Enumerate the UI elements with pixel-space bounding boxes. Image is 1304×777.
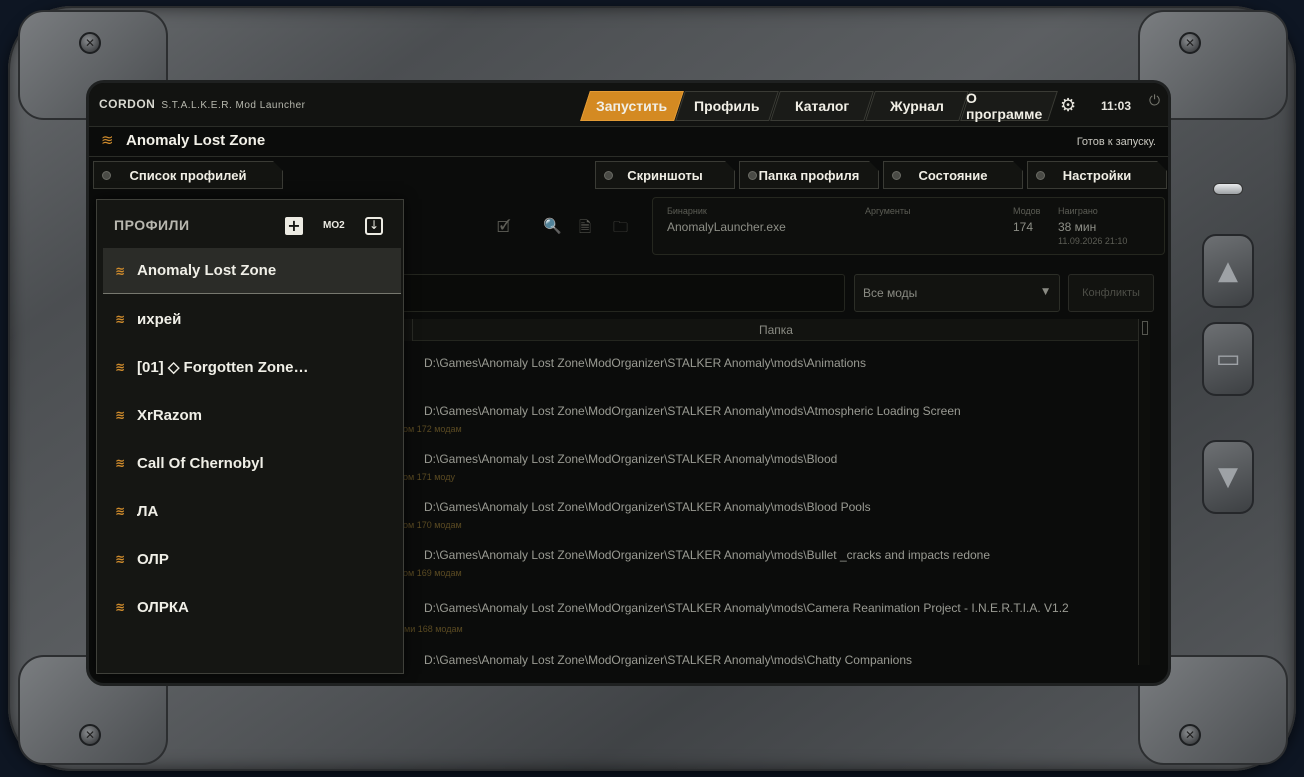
folder-search-icon[interactable]: 🔍 [543,217,562,235]
played-label: Наиграно [1058,206,1098,216]
status-text: Готов к запуску. [1076,136,1156,148]
mo2-import-button[interactable]: MO2 [323,220,345,231]
layers-icon: ≋ [101,131,114,149]
dot-icon [748,171,757,180]
dot-icon [604,171,613,180]
tab-catalog[interactable]: Каталог [770,91,874,121]
status-led [1213,183,1243,195]
scrollbar-thumb[interactable] [1142,321,1148,335]
screw-icon: ✕ [1179,724,1201,746]
row-note: ом 171 моду [403,472,455,482]
tab-settings[interactable]: Настройки [1027,161,1167,189]
app-subtitle: S.T.A.L.K.E.R. Mod Launcher [161,100,306,111]
mods-filter-select[interactable]: Все моды ▼ [854,274,1060,312]
layers-icon: ≋ [114,504,126,518]
page-title: Anomaly Lost Zone [126,132,266,149]
screw-icon: ✕ [1179,32,1201,54]
hardware-down-button[interactable]: ▼ [1202,440,1254,514]
table-row[interactable]: D:\Games\Anomaly Lost Zone\ModOrganizer\… [424,452,837,466]
layers-icon: ≋ [114,360,126,374]
screw-icon: ✕ [79,32,101,54]
gear-icon[interactable]: ⚙ [1060,95,1076,116]
search-input[interactable] [401,274,845,312]
mods-value: 174 [1013,220,1034,234]
hardware-center-button[interactable]: ▭ [1202,322,1254,396]
row-note: ом 170 модам [403,520,462,530]
tab-profiles-list[interactable]: Список профилей [93,161,283,189]
tab-state[interactable]: Состояние [883,161,1023,189]
profile-title-bar: ≋ Anomaly Lost Zone Готов к запуску. [89,127,1168,157]
played-value: 38 мин [1058,220,1097,234]
layers-icon: ≋ [114,600,126,614]
screw-icon: ✕ [79,724,101,746]
table-row[interactable]: D:\Games\Anomaly Lost Zone\ModOrganizer\… [424,601,1069,615]
hardware-up-button[interactable]: ▲ [1202,234,1254,308]
profile-item[interactable]: ≋ ОЛРКА [103,584,401,630]
profile-item[interactable]: ≋ Anomaly Lost Zone [103,248,401,294]
binary-label: Бинарник [667,206,707,216]
tab-profile[interactable]: Профиль [675,91,779,121]
dot-icon [892,171,901,180]
profile-item[interactable]: ≋ XrRazom [103,392,401,438]
table-row[interactable]: D:\Games\Anomaly Lost Zone\ModOrganizer\… [424,500,871,514]
profile-item[interactable]: ≋ ОЛР [103,536,401,582]
row-note: ом 172 модам [403,424,462,434]
profile-info-box: Бинарник AnomalyLauncher.exe Аргументы М… [652,197,1165,255]
layers-icon: ≋ [114,408,126,422]
table-row[interactable]: D:\Games\Anomaly Lost Zone\ModOrganizer\… [424,653,912,667]
layers-icon: ≋ [114,552,126,566]
layers-icon: ≋ [114,312,126,326]
args-label: Аргументы [865,206,911,216]
profile-item[interactable]: ≋ ЛА [103,488,401,534]
app-brand: CORDON S.T.A.L.K.E.R. Mod Launcher [99,97,306,111]
table-row[interactable]: D:\Games\Anomaly Lost Zone\ModOrganizer\… [424,404,961,418]
file-zip-icon[interactable]: 🗎 [579,217,591,242]
sub-tab-bar: Список профилей Скриншоты Папка профиля … [89,157,1168,191]
tab-launch[interactable]: Запустить [580,91,684,121]
binary-value: AnomalyLauncher.exe [667,220,786,234]
table-scrollbar[interactable] [1138,319,1150,665]
clock: 11:03 [1101,99,1132,113]
profile-item[interactable]: ≋ ихрей [103,296,401,342]
profiles-heading: ПРОФИЛИ [114,217,190,233]
profile-toolbar: 🗹 🔍 🗎 🗀 [401,197,644,255]
app-screen: CORDON S.T.A.L.K.E.R. Mod Launcher Запуст… [86,80,1171,686]
row-note: ами 168 модам [399,624,463,634]
dot-icon [1036,171,1045,180]
table-row[interactable]: D:\Games\Anomaly Lost Zone\ModOrganizer\… [424,356,866,370]
layers-icon: ≋ [114,456,126,470]
power-icon[interactable]: ⏻ [1149,93,1160,109]
mods-label: Модов [1013,206,1041,216]
tab-about[interactable]: О программе [960,90,1058,122]
row-note: ом 169 модам [403,568,462,578]
folder-add-icon[interactable]: 🗀 [613,217,628,242]
tab-screenshots[interactable]: Скриншоты [595,161,735,189]
tab-profile-folder[interactable]: Папка профиля [739,161,879,189]
profile-item[interactable]: ≋ Call Of Chernobyl [103,440,401,486]
dot-icon [102,171,111,180]
layers-icon: ≋ [114,263,126,278]
folder-check-icon[interactable]: 🗹 [497,217,510,242]
table-row[interactable]: D:\Games\Anomaly Lost Zone\ModOrganizer\… [424,548,990,562]
profile-item[interactable]: ≋ [01] ◇ Forgotten Zone… [103,344,401,390]
profiles-dropdown-panel: ПРОФИЛИ + MO2 ↓ ≋ Anomaly Lost Zone ≋ ихре… [96,199,404,674]
tab-journal[interactable]: Журнал [865,91,969,121]
download-icon[interactable]: ↓ [365,217,383,235]
add-profile-icon[interactable]: + [285,217,303,235]
top-bar: CORDON S.T.A.L.K.E.R. Mod Launcher Запуст… [89,83,1168,127]
chevron-down-icon: ▼ [1042,287,1049,297]
conflicts-button[interactable]: Конфликты [1068,274,1154,312]
played-date: 11.09.2026 21:10 [1058,236,1128,246]
table-header-folder[interactable]: Папка [413,319,1139,341]
